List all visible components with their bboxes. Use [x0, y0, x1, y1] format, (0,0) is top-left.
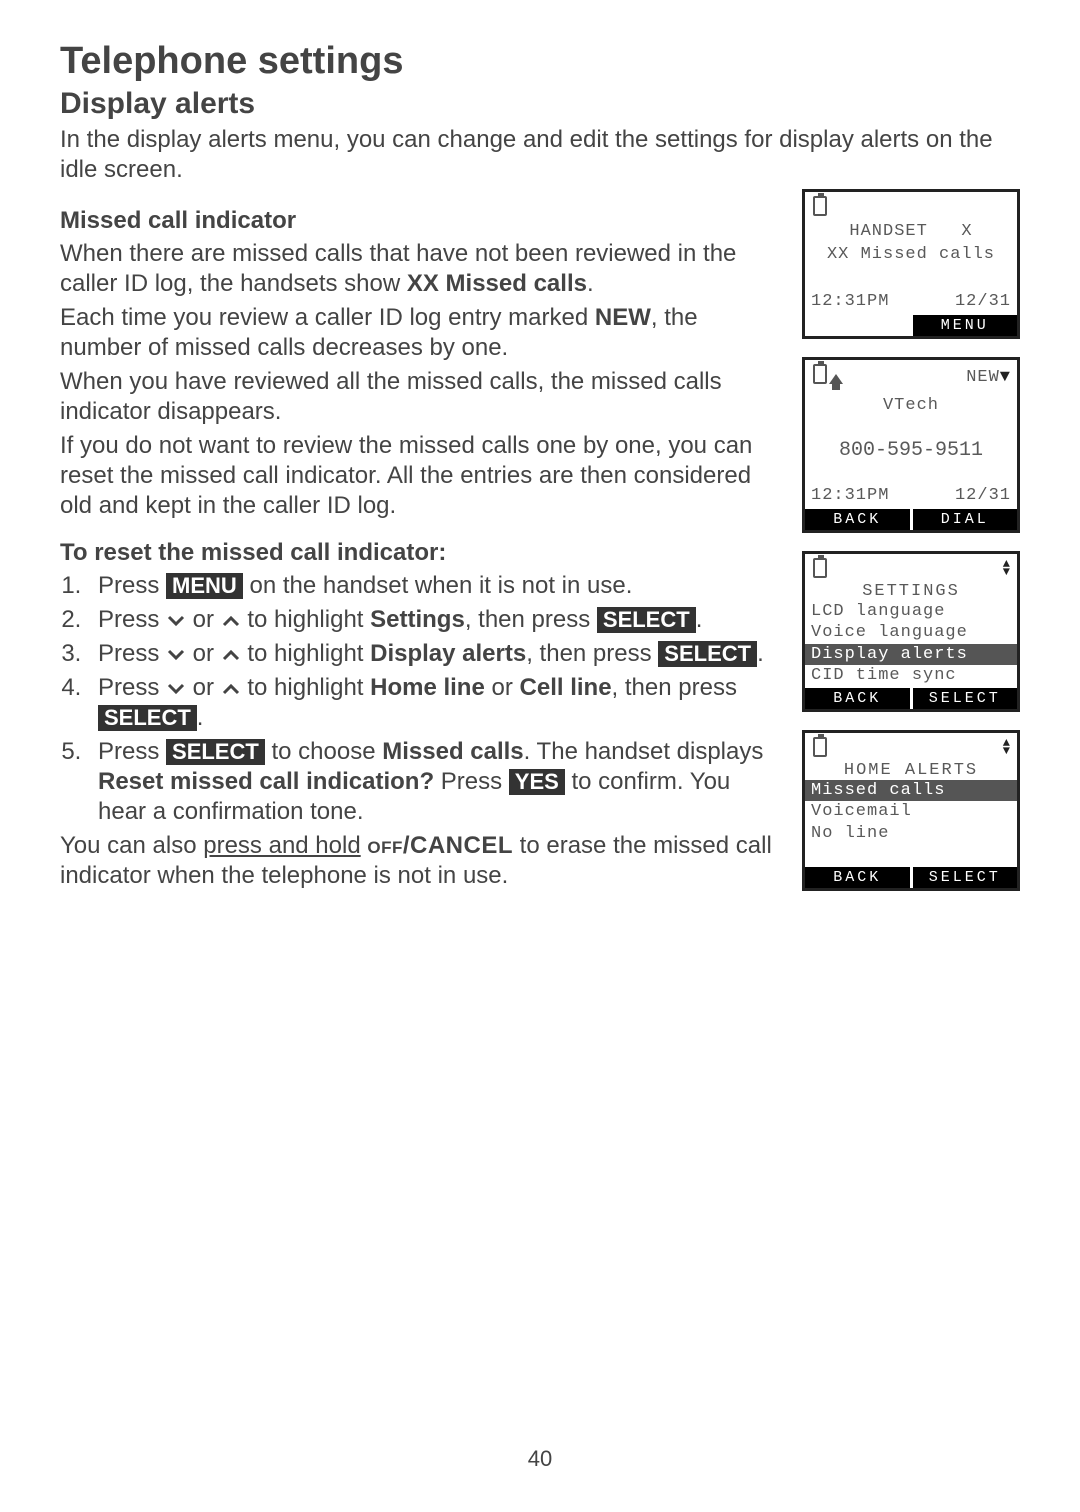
- battery-icon: [813, 364, 827, 384]
- menu-item: LCD language: [805, 601, 1017, 622]
- chevron-up-icon: [221, 682, 241, 696]
- menu-item-highlighted: Display alerts: [805, 644, 1017, 665]
- note: You can also press and hold off/CANCEL t…: [60, 831, 782, 891]
- menu-item-highlighted: Missed calls: [805, 780, 1017, 801]
- menu-item: Voice language: [805, 622, 1017, 643]
- select-badge: SELECT: [597, 607, 696, 633]
- chevron-up-icon: [221, 614, 241, 628]
- step-1: Press MENU on the handset when it is not…: [88, 571, 782, 601]
- chevron-down-icon: [166, 614, 186, 628]
- softkey-left: BACK: [805, 509, 910, 530]
- menu-badge: MENU: [166, 573, 243, 599]
- page-number: 40: [0, 1446, 1080, 1472]
- up-down-icon: ▲▼: [1003, 560, 1011, 576]
- softkey-left: BACK: [805, 867, 910, 888]
- select-badge: SELECT: [658, 641, 757, 667]
- off-cancel-label: off/CANCEL: [367, 832, 513, 859]
- para-2: Each time you review a caller ID log ent…: [60, 303, 782, 363]
- chevron-down-icon: [166, 682, 186, 696]
- lcd-screen-settings: ▲▼ SETTINGS LCD language Voice language …: [802, 551, 1020, 712]
- chevron-down-icon: [166, 648, 186, 662]
- lcd-screen-home-alerts: ▲▼ HOME ALERTS Missed calls Voicemail No…: [802, 730, 1020, 891]
- para-1: When there are missed calls that have no…: [60, 239, 782, 299]
- step-5: Press SELECT to choose Missed calls. The…: [88, 737, 782, 827]
- subsection-reset: To reset the missed call indicator:: [60, 539, 782, 567]
- intro-paragraph: In the display alerts menu, you can chan…: [60, 125, 1020, 185]
- select-badge: SELECT: [98, 705, 197, 731]
- menu-item: Voicemail: [805, 801, 1017, 822]
- softkey-left: .: [805, 315, 910, 336]
- up-down-icon: ▲▼: [1003, 739, 1011, 755]
- para-4: If you do not want to review the missed …: [60, 431, 782, 521]
- lcd-screen-callerid: NEW▼ VTech 800-595-9511 12:31PM12/31 BAC…: [802, 357, 1020, 533]
- battery-icon: [813, 737, 827, 757]
- menu-item: No line: [805, 823, 1017, 844]
- softkey-right: SELECT: [910, 867, 1018, 888]
- battery-icon: [813, 196, 827, 216]
- softkey-right: DIAL: [910, 509, 1018, 530]
- battery-icon: [813, 558, 827, 578]
- chevron-up-icon: [221, 648, 241, 662]
- steps-list: Press MENU on the handset when it is not…: [60, 571, 782, 827]
- page-title: Telephone settings: [60, 40, 1020, 83]
- softkey-left: BACK: [805, 688, 910, 709]
- softkey-right: SELECT: [910, 688, 1018, 709]
- yes-badge: YES: [509, 769, 565, 795]
- step-4: Press or to highlight Home line or Cell …: [88, 673, 782, 733]
- section-title: Display alerts: [60, 87, 1020, 121]
- down-arrow-icon: ▼: [1000, 368, 1011, 387]
- step-3: Press or to highlight Display alerts, th…: [88, 639, 782, 669]
- step-2: Press or to highlight Settings, then pre…: [88, 605, 782, 635]
- lcd-screen-idle: HANDSET X XX Missed calls 12:31PM12/31 .…: [802, 189, 1020, 339]
- para-3: When you have reviewed all the missed ca…: [60, 367, 782, 427]
- softkey-right: MENU: [910, 315, 1018, 336]
- menu-item: CID time sync: [805, 665, 1017, 686]
- subsection-missed-call: Missed call indicator: [60, 207, 782, 235]
- menu-item: [805, 844, 1017, 865]
- home-icon: [829, 374, 843, 384]
- select-badge: SELECT: [166, 739, 265, 765]
